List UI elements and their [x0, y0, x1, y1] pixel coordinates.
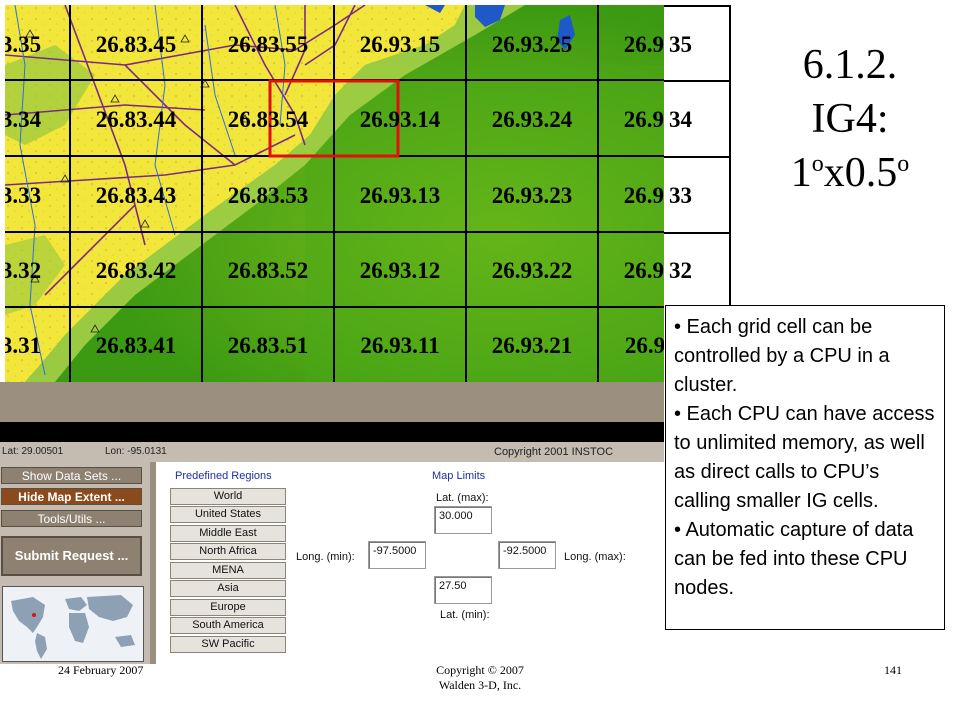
black-bar	[0, 422, 664, 442]
region-panel: Predefined Regions World United States M…	[156, 462, 664, 664]
title-line: 6.1.2.	[802, 42, 898, 88]
grid-label-overflow: 34	[669, 107, 692, 132]
grid-label: 26.93.21	[491, 333, 573, 358]
grid-label: 26.83.52	[227, 258, 309, 283]
grid-label: 26.83.53	[227, 183, 309, 208]
long-max-label: Long. (max):	[564, 551, 626, 563]
grid-label: 26.83.43	[95, 183, 177, 208]
footer-copyright-line: Walden 3-D, Inc.	[438, 678, 522, 692]
region-button-europe[interactable]: Europe	[170, 599, 286, 616]
footer-copyright-line: Copyright © 2007	[436, 663, 524, 677]
grid-label: 26.93.22	[491, 258, 573, 283]
region-button-asia[interactable]: Asia	[170, 580, 286, 597]
grid-label: 26.83.51	[227, 333, 309, 358]
degree-sup: o	[811, 151, 824, 177]
show-data-sets-button[interactable]: Show Data Sets ...	[1, 467, 142, 484]
region-button-south-america[interactable]: South America	[170, 617, 286, 634]
grid-frame-line	[664, 156, 730, 158]
title-text: 1	[790, 150, 812, 196]
title-line: 1ox0.5o	[740, 146, 960, 200]
tools-utils-button[interactable]: Tools/Utils ...	[1, 510, 142, 527]
grid-label: 26.83.55	[227, 32, 309, 57]
hide-map-extent-button[interactable]: Hide Map Extent ...	[1, 488, 142, 505]
app-panel: Lat: 29.00501 Lon: -95.0131 Copyright 20…	[0, 382, 664, 664]
grid-frame-line	[664, 80, 730, 82]
grid-label: 26.83.44	[95, 107, 177, 132]
grid-label: 3.32	[5, 258, 42, 283]
grid-label: 26.83.54	[227, 107, 309, 132]
long-max-input[interactable]: -92.5000	[498, 541, 556, 569]
footer-copyright: Copyright © 2007 Walden 3-D, Inc.	[380, 663, 580, 693]
grid-frame-line	[729, 5, 731, 305]
grid-label: 26.93.34	[623, 107, 664, 132]
map-view[interactable]: 3.35 26.83.45 26.83.55 26.93.15 26.93.25…	[5, 5, 664, 382]
region-button-mena[interactable]: MENA	[170, 562, 286, 579]
grid-frame-line	[664, 5, 730, 7]
grid-label: 26.93.35	[623, 32, 664, 57]
grid-label: 26.83.42	[95, 258, 177, 283]
app-copyright: Copyright 2001 INSTOC	[494, 446, 614, 458]
grid-label: 3.35	[5, 32, 42, 57]
grid-label-overflow: 32	[669, 258, 692, 283]
world-overview-map[interactable]	[2, 586, 144, 662]
grid-label: 26.93.23	[491, 183, 573, 208]
bullet-item: • Each grid cell can be controlled by a …	[674, 316, 890, 396]
predefined-regions-title: Predefined Regions	[175, 470, 272, 482]
grid-label: 3.31	[5, 333, 42, 358]
title-line: IG4:	[811, 96, 889, 142]
grid-label: 26.93.11	[360, 333, 440, 358]
bullet-item: • Each CPU can have access to unlimited …	[674, 403, 935, 512]
grid-frame-line	[664, 232, 730, 234]
lat-max-input[interactable]: 30.000	[434, 506, 492, 534]
bullet-item: • Automatic capture of data can be fed i…	[674, 519, 914, 599]
submit-request-button[interactable]: Submit Request ...	[1, 536, 142, 576]
grid-label: 26.93.14	[359, 107, 441, 132]
region-button-north-africa[interactable]: North Africa	[170, 543, 286, 560]
grid-label: 26.93.12	[359, 258, 441, 283]
degree-sup: o	[897, 151, 910, 177]
lat-max-label: Lat. (max):	[436, 492, 489, 504]
map-limits-title: Map Limits	[432, 470, 486, 482]
page-number: 141	[884, 663, 902, 677]
grid-label: 3.34	[5, 107, 42, 132]
title-text: x0.5	[823, 150, 898, 196]
long-min-label: Long. (min):	[296, 551, 355, 563]
long-min-input[interactable]: -97.5000	[368, 541, 426, 569]
footer-date: 24 February 2007	[58, 663, 144, 677]
grid-label: 26.93.24	[491, 107, 573, 132]
region-button-united-states[interactable]: United States	[170, 506, 286, 523]
grid-label: 26.93.32	[623, 258, 664, 283]
latitude-readout: Lat: 29.00501	[2, 446, 64, 457]
lat-min-input[interactable]: 27.50	[434, 576, 492, 604]
grid-label-overflow: 33	[669, 183, 692, 208]
region-button-middle-east[interactable]: Middle East	[170, 525, 286, 542]
lat-min-label: Lat. (min):	[440, 609, 490, 621]
slide-title: 6.1.2. IG4: 1ox0.5o	[740, 38, 960, 200]
longitude-readout: Lon: -95.0131	[105, 446, 167, 457]
grid-label: 26.9	[624, 333, 664, 358]
grid-label: 26.83.45	[95, 32, 177, 57]
grid-label: 3.33	[5, 183, 42, 208]
grid-label: 26.93.33	[623, 183, 664, 208]
grid-label-overflow: 35	[669, 32, 692, 57]
left-toolbar: Show Data Sets ... Hide Map Extent ... T…	[0, 462, 150, 664]
grid-label: 26.93.25	[491, 32, 573, 57]
region-button-world[interactable]: World	[170, 488, 286, 505]
bullet-box: • Each grid cell can be controlled by a …	[665, 305, 945, 630]
region-button-sw-pacific[interactable]: SW Pacific	[170, 636, 286, 653]
grid-label: 26.83.41	[95, 333, 177, 358]
grid-label: 26.93.13	[359, 183, 441, 208]
grid-label: 26.93.15	[359, 32, 441, 57]
